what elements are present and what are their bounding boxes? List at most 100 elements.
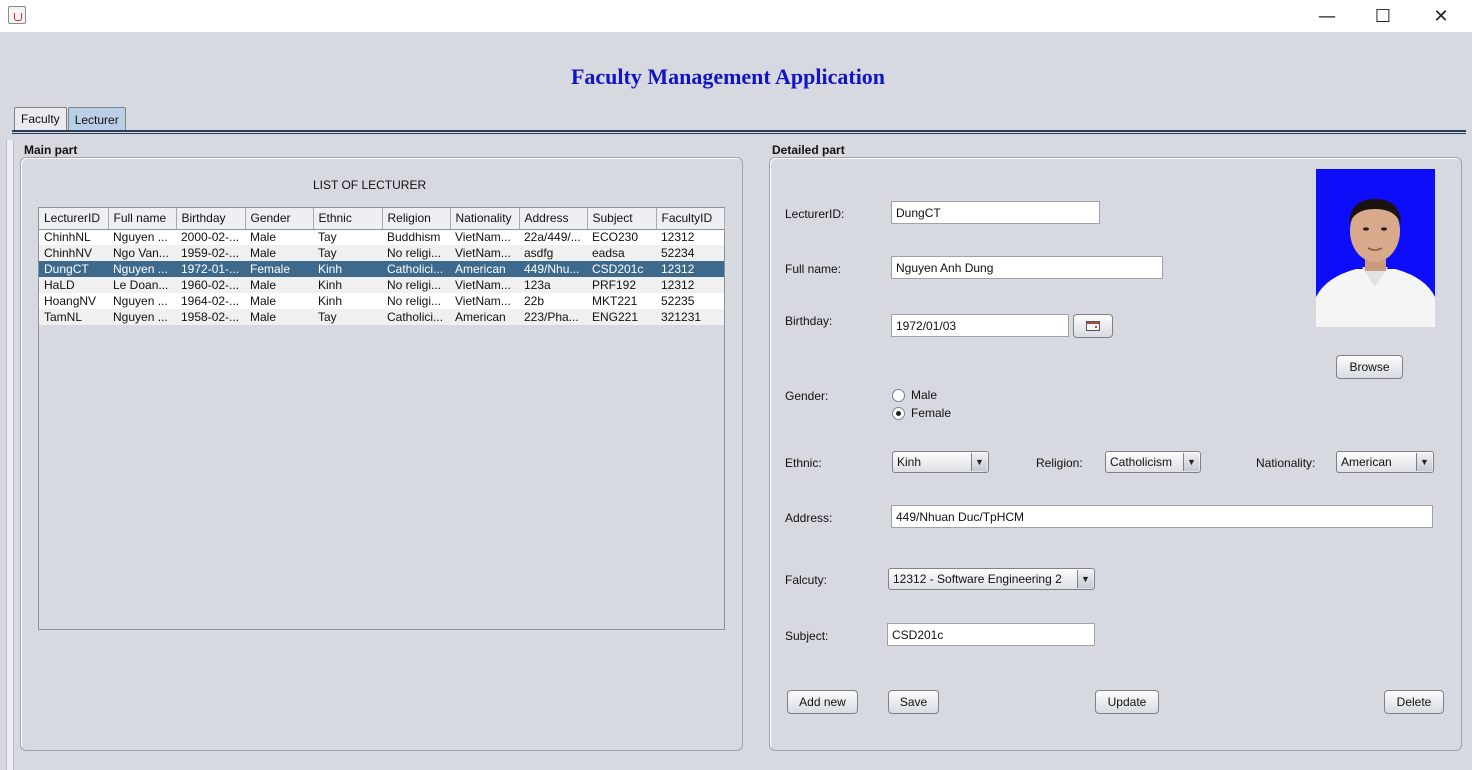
table-cell: TamNL — [39, 309, 108, 325]
tab-faculty[interactable]: Faculty — [14, 107, 67, 130]
table-cell: Male — [245, 309, 313, 325]
close-icon[interactable]: ✕ — [1418, 0, 1464, 32]
table-cell: 22b — [519, 293, 587, 309]
update-button[interactable]: Update — [1095, 690, 1159, 714]
table-cell: CSD201c — [587, 261, 656, 277]
table-cell: ChinhNV — [39, 245, 108, 261]
column-header[interactable]: LecturerID — [39, 208, 109, 230]
column-header[interactable]: Full name — [108, 208, 177, 230]
browse-button[interactable]: Browse — [1336, 355, 1403, 379]
radio-unchecked-icon — [892, 388, 905, 402]
table-cell: HoangNV — [39, 293, 108, 309]
fullname-field[interactable]: Nguyen Anh Dung — [891, 256, 1163, 279]
maximize-icon[interactable]: ☐ — [1360, 0, 1406, 32]
nationality-value: American — [1341, 455, 1392, 469]
lecturer-table[interactable]: LecturerID Full name Birthday Gender Eth… — [39, 208, 725, 325]
table-cell: Kinh — [313, 261, 382, 277]
lecturer-table-container[interactable]: LecturerID Full name Birthday Gender Eth… — [38, 207, 725, 630]
detailed-part-label: Detailed part — [772, 143, 845, 157]
calendar-icon — [1086, 321, 1100, 331]
table-cell: Kinh — [313, 277, 382, 293]
column-header[interactable]: Religion — [382, 208, 451, 230]
table-cell: ECO230 — [587, 229, 656, 245]
table-row[interactable]: HoangNV Nguyen ... 1964-02-... Male Kinh… — [39, 293, 724, 309]
date-picker-button[interactable] — [1073, 314, 1113, 338]
table-cell: DungCT — [39, 261, 108, 277]
ethnic-select[interactable]: Kinh ▼ — [892, 451, 989, 473]
table-cell: MKT221 — [587, 293, 656, 309]
ethnic-label: Ethnic: — [785, 456, 822, 470]
table-cell: 1960-02-... — [176, 277, 245, 293]
delete-button[interactable]: Delete — [1384, 690, 1444, 714]
table-cell: Male — [245, 245, 313, 261]
fullname-label: Full name: — [785, 262, 842, 276]
table-row[interactable]: HaLD Le Doan... 1960-02-... Male Kinh No… — [39, 277, 724, 293]
column-header[interactable]: Nationality — [450, 208, 520, 230]
address-field[interactable]: 449/Nhuan Duc/TpHCM — [891, 505, 1433, 528]
table-cell: Tay — [313, 245, 382, 261]
faculty-select[interactable]: 12312 - Software Engineering 2 ▼ — [888, 568, 1095, 590]
window-scroll-edge — [6, 140, 14, 770]
chevron-down-icon: ▼ — [971, 453, 987, 471]
nationality-label: Nationality: — [1256, 456, 1316, 470]
table-cell: 1972-01-... — [176, 261, 245, 277]
table-cell: VietNam... — [450, 277, 519, 293]
table-cell: Tay — [313, 229, 382, 245]
table-cell: eadsa — [587, 245, 656, 261]
table-cell: VietNam... — [450, 245, 519, 261]
title-bar: — ☐ ✕ — [0, 0, 1472, 32]
nationality-select[interactable]: American ▼ — [1336, 451, 1434, 473]
table-cell: asdfg — [519, 245, 587, 261]
lecturer-photo — [1316, 169, 1435, 327]
table-cell: 321231 — [656, 309, 724, 325]
table-cell: 1959-02-... — [176, 245, 245, 261]
column-header[interactable]: Ethnic — [313, 208, 383, 230]
column-header[interactable]: Birthday — [176, 208, 246, 230]
gender-male-radio[interactable]: Male — [892, 388, 937, 402]
app-title: Faculty Management Application — [570, 64, 886, 89]
column-header[interactable]: Address — [519, 208, 588, 230]
table-cell: 52234 — [656, 245, 724, 261]
address-label: Address: — [785, 511, 833, 525]
lecturer-id-field[interactable]: DungCT — [891, 201, 1100, 224]
minimize-icon[interactable]: — — [1304, 0, 1350, 32]
table-cell: VietNam... — [450, 229, 519, 245]
table-cell: 223/Pha... — [519, 309, 587, 325]
table-cell: American — [450, 261, 519, 277]
lecturer-portrait — [1316, 169, 1435, 327]
column-header[interactable]: Gender — [245, 208, 314, 230]
chevron-down-icon: ▼ — [1416, 453, 1432, 471]
subject-label: Subject: — [785, 629, 829, 643]
table-row-selected[interactable]: DungCT Nguyen ... 1972-01-... Female Kin… — [39, 261, 724, 277]
subject-field[interactable]: CSD201c — [887, 623, 1095, 646]
tab-lecturer[interactable]: Lecturer — [67, 107, 126, 131]
tab-bar: Faculty Lecturer — [14, 107, 127, 131]
religion-select[interactable]: Catholicism ▼ — [1105, 451, 1201, 473]
table-cell: Nguyen ... — [108, 309, 176, 325]
gender-male-label: Male — [911, 388, 938, 402]
birthday-field[interactable]: 1972/01/03 — [891, 314, 1069, 337]
table-cell: HaLD — [39, 277, 108, 293]
table-cell: 22a/449/... — [519, 229, 587, 245]
table-cell: 12312 — [656, 261, 724, 277]
table-cell: Male — [245, 277, 313, 293]
radio-checked-icon — [892, 406, 905, 420]
save-button[interactable]: Save — [888, 690, 939, 714]
table-cell: Kinh — [313, 293, 382, 309]
table-header-row: LecturerID Full name Birthday Gender Eth… — [39, 208, 725, 230]
gender-female-radio[interactable]: Female — [892, 406, 951, 420]
add-new-button[interactable]: Add new — [787, 690, 858, 714]
chevron-down-icon: ▼ — [1183, 453, 1199, 471]
column-header[interactable]: FacultyID — [656, 208, 725, 230]
table-row[interactable]: ChinhNL Nguyen ... 2000-02-... Male Tay … — [39, 229, 724, 245]
table-cell: Nguyen ... — [108, 261, 176, 277]
table-cell: No religi... — [382, 293, 450, 309]
table-row[interactable]: ChinhNV Ngo Van... 1959-02-... Male Tay … — [39, 245, 724, 261]
table-cell: Female — [245, 261, 313, 277]
table-cell: VietNam... — [450, 293, 519, 309]
tab-underline — [12, 130, 1466, 134]
column-header[interactable]: Subject — [587, 208, 657, 230]
faculty-label: Falcuty: — [785, 573, 828, 587]
table-cell: Catholici... — [382, 309, 450, 325]
table-row[interactable]: TamNL Nguyen ... 1958-02-... Male Tay Ca… — [39, 309, 724, 325]
